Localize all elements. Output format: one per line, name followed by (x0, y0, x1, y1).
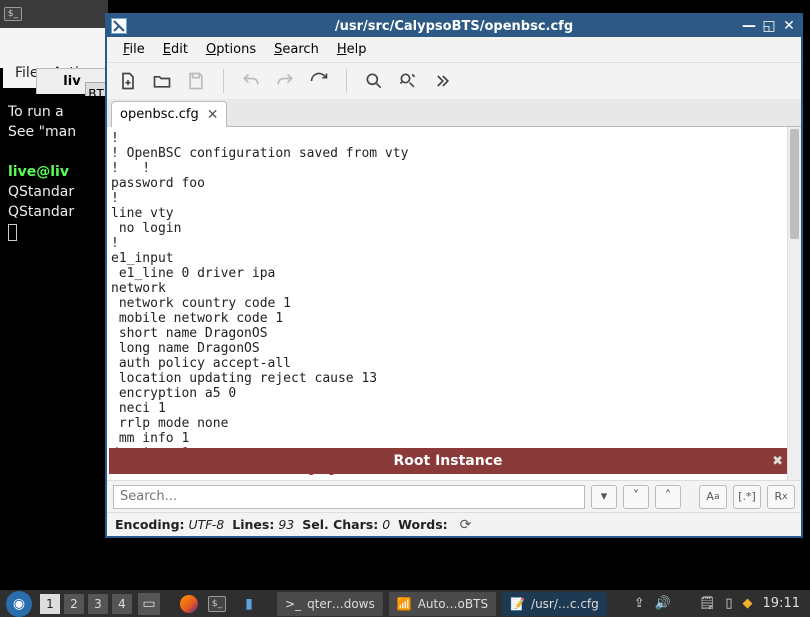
task-label: qter…dows (307, 597, 375, 611)
regex-button[interactable]: [.*] (733, 485, 761, 509)
term-prompt: live@liv (8, 164, 69, 180)
task-icon: 📶 (397, 597, 412, 611)
term-line: QStandar (8, 184, 74, 200)
status-sel-label: Sel. Chars: (302, 517, 378, 532)
term-line: See "man (8, 124, 76, 140)
volume-icon[interactable]: 🔊 (655, 596, 671, 611)
editor-title-path: /usr/src/CalypsoBTS/openbsc.cfg (107, 19, 801, 34)
terminal-body[interactable]: To run a See "man live@liv QStandar QSta… (2, 96, 106, 566)
status-refresh-icon[interactable]: ⟳ (460, 517, 472, 533)
root-instance-banner: Root Instance ✖ (109, 448, 787, 474)
battery-icon[interactable]: ▯ (725, 596, 732, 611)
editor-body: ! ! OpenBSC configuration saved from vty… (107, 127, 801, 480)
status-words-label: Words: (398, 517, 447, 532)
zoom-icon[interactable] (363, 70, 385, 92)
back-window: File Actions (0, 28, 108, 68)
find-replace-icon[interactable] (397, 70, 419, 92)
status-encoding-label: Encoding: (115, 517, 185, 532)
start-menu-icon[interactable]: ◉ (6, 591, 32, 617)
toolbar-separator (223, 69, 224, 93)
status-encoding: UTF-8 (189, 517, 225, 532)
redo-icon (274, 70, 296, 92)
term-line: QStandar (8, 204, 74, 220)
show-desktop-icon[interactable]: ▭ (138, 593, 160, 615)
new-file-icon[interactable] (117, 70, 139, 92)
taskbar-item[interactable]: >_ qter…dows (277, 592, 383, 616)
task-icon: 📝 (510, 597, 525, 611)
menu-file[interactable]: File (115, 40, 153, 59)
workspace-3[interactable]: 3 (88, 594, 108, 614)
save-icon (185, 70, 207, 92)
term-cursor (8, 224, 17, 241)
editor-text-area[interactable]: ! ! OpenBSC configuration saved from vty… (107, 127, 787, 480)
vertical-scrollbar[interactable] (787, 127, 801, 480)
status-lines-label: Lines: (232, 517, 274, 532)
editor-menubar[interactable]: File Edit Options Search Help (107, 37, 801, 63)
banner-close-icon[interactable]: ✖ (772, 454, 783, 469)
workspace-1[interactable]: 1 (40, 594, 60, 614)
tab-close-icon[interactable]: ✕ (207, 107, 219, 123)
root-banner-label: Root Instance (394, 453, 503, 469)
reload-icon[interactable] (308, 70, 330, 92)
task-label: Auto…oBTS (418, 597, 488, 611)
search-input[interactable] (113, 485, 585, 509)
clear-search-button[interactable]: Rx (767, 485, 795, 509)
search-bar: ▾ ˅ ˄ Aa [.*] Rx (107, 480, 801, 512)
desktop-pager-icon[interactable]: ▮ (238, 593, 260, 615)
status-lines: 93 (278, 517, 294, 532)
menu-help[interactable]: Help (329, 40, 375, 59)
search-next-icon[interactable]: ˅ (623, 485, 649, 509)
status-sel: 0 (382, 517, 390, 532)
back-menu-file[interactable]: File (15, 65, 38, 81)
taskbar-item[interactable]: 📶 Auto…oBTS (389, 592, 496, 616)
task-icon: >_ (285, 597, 301, 611)
usb-icon[interactable]: ⇪ (634, 596, 645, 611)
open-folder-icon[interactable] (151, 70, 173, 92)
clock[interactable]: 19:11 (763, 596, 800, 611)
editor-titlebar[interactable]: /usr/src/CalypsoBTS/openbsc.cfg — ◱ ✕ (107, 15, 801, 37)
notification-icon[interactable]: ◆ (743, 596, 753, 611)
menu-options[interactable]: Options (198, 40, 264, 59)
match-case-button[interactable]: Aa (699, 485, 727, 509)
taskbar: ◉ 1234 ▭ $_ ▮ >_ qter…dows 📶 Auto…oBTS 📝 /usr… (0, 587, 810, 617)
scrollbar-thumb[interactable] (790, 129, 799, 239)
menu-search[interactable]: Search (266, 40, 327, 59)
notes-icon[interactable]: 🗒 (699, 596, 716, 611)
terminal-titlebar: $_ (0, 0, 108, 28)
term-line: To run a (8, 104, 64, 120)
editor-tab[interactable]: openbsc.cfg ✕ (111, 101, 227, 127)
workspace-2[interactable]: 2 (64, 594, 84, 614)
terminal-launcher-icon[interactable]: $_ (208, 593, 230, 615)
editor-tab-label: openbsc.cfg (120, 107, 199, 122)
menu-edit[interactable]: Edit (155, 40, 196, 59)
editor-window: /usr/src/CalypsoBTS/openbsc.cfg — ◱ ✕ Fi… (105, 13, 803, 538)
toolbar-separator (346, 69, 347, 93)
editor-tabbar: openbsc.cfg ✕ (107, 99, 801, 127)
workspace-4[interactable]: 4 (112, 594, 132, 614)
firefox-icon[interactable] (178, 593, 200, 615)
more-icon[interactable] (431, 70, 453, 92)
system-tray: ⇪ 🔊 🗒 ▯ ◆ 19:11 (634, 596, 810, 611)
search-dropdown-icon[interactable]: ▾ (591, 485, 617, 509)
editor-toolbar (107, 63, 801, 99)
search-prev-icon[interactable]: ˄ (655, 485, 681, 509)
undo-icon (240, 70, 262, 92)
task-label: /usr/…c.cfg (531, 597, 599, 611)
taskbar-item[interactable]: 📝 /usr/…c.cfg (502, 592, 607, 616)
terminal-tab-label: liv (63, 74, 80, 89)
status-bar: Encoding: UTF-8 Lines: 93 Sel. Chars: 0 … (107, 512, 801, 536)
terminal-titlebar-icon: $_ (4, 7, 22, 21)
